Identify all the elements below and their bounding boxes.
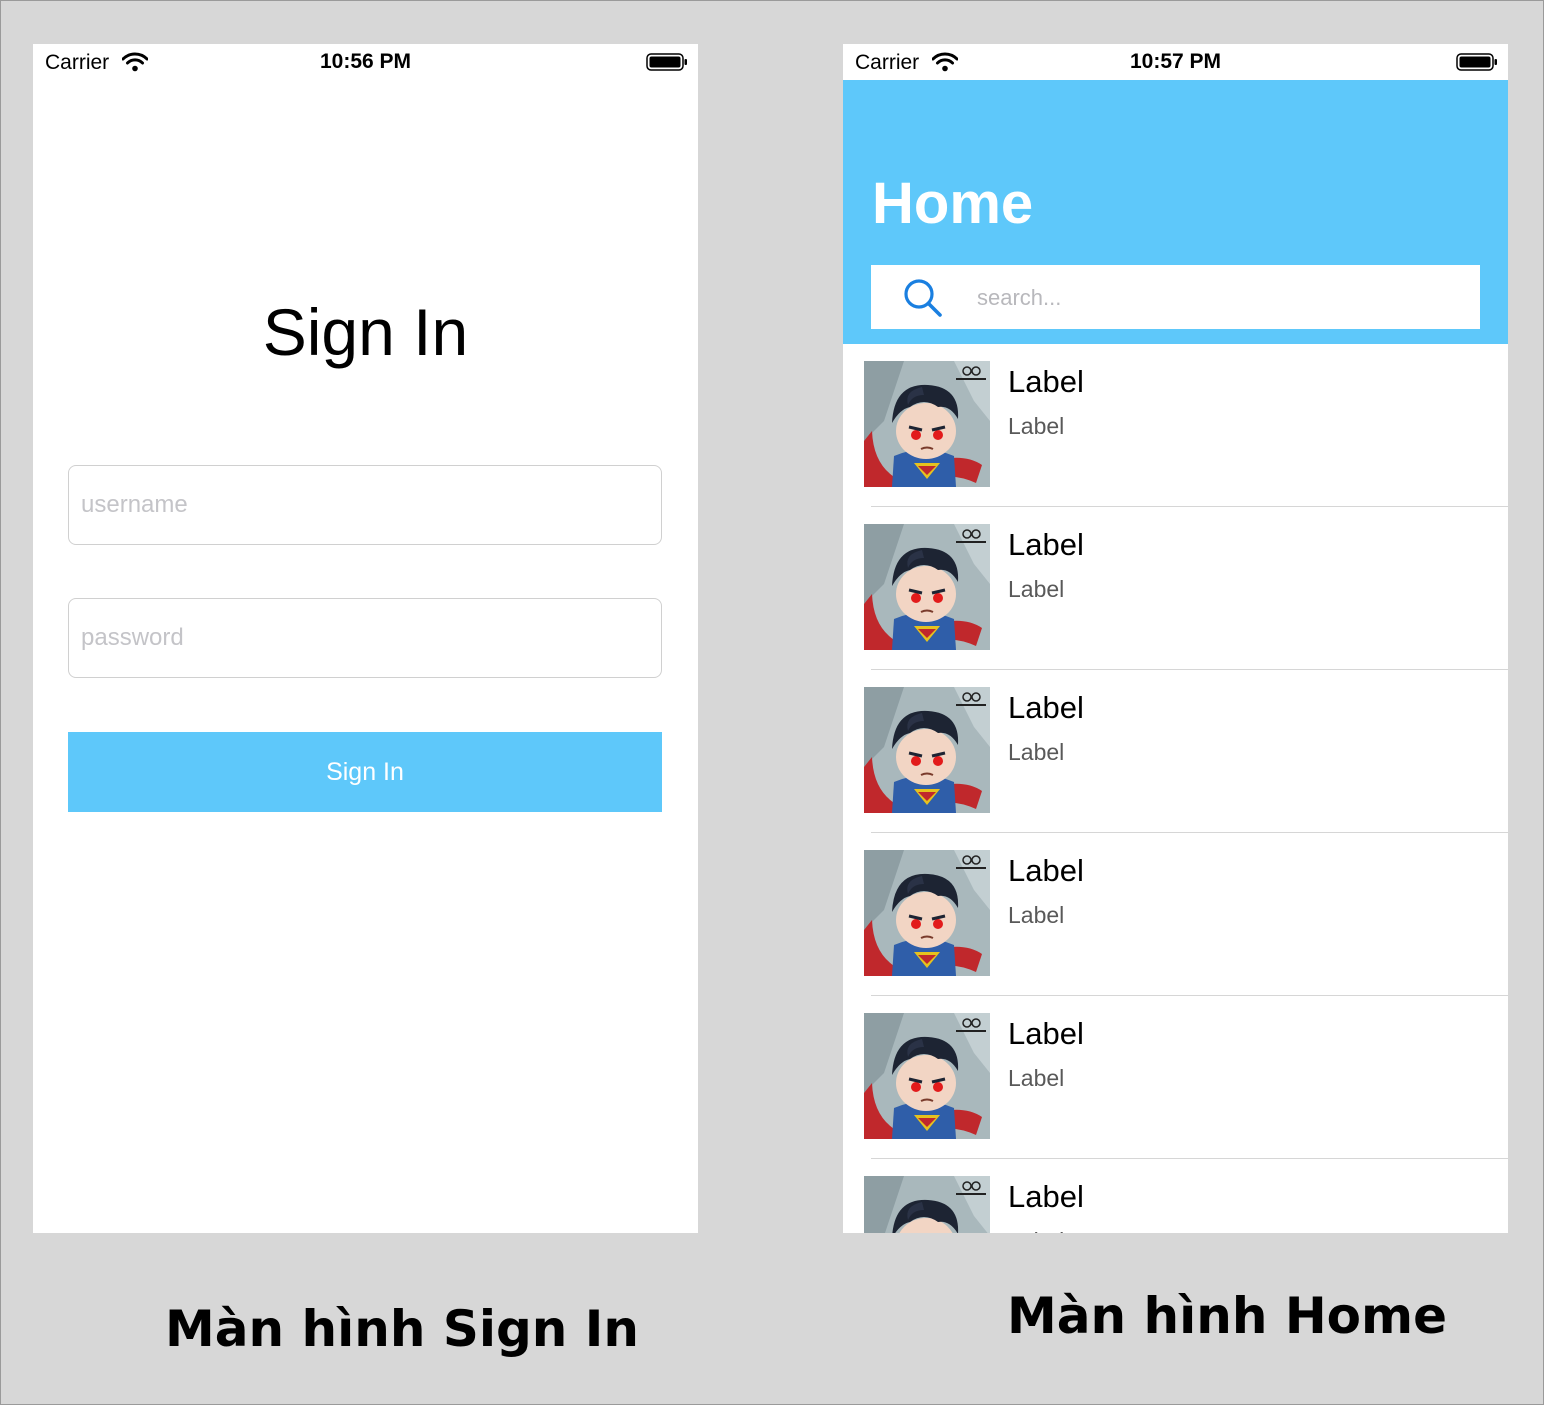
row-subtitle: Label	[1008, 902, 1065, 928]
page-title: Sign In	[262, 295, 469, 369]
superman-thumbnail	[864, 524, 990, 650]
signin-screen: Carrier 10:56 PM Sign In Sign In	[33, 44, 698, 1233]
search-icon	[904, 279, 942, 317]
row-title: Label	[1008, 853, 1084, 888]
list-item[interactable]: Label Label	[843, 344, 1508, 507]
list-item[interactable]: Label Label	[843, 833, 1508, 996]
list-item[interactable]: Label Label	[843, 996, 1508, 1159]
list-item[interactable]: Label Label	[843, 1159, 1508, 1233]
superman-thumbnail	[864, 1176, 990, 1233]
status-time: 10:56 PM	[319, 50, 412, 73]
item-list[interactable]: Label Label Label Label Label Label Labe…	[843, 344, 1508, 1233]
row-subtitle: Label	[1008, 413, 1065, 439]
home-header: Home	[843, 80, 1508, 344]
signin-caption: Màn hình Sign In	[165, 1300, 639, 1358]
row-subtitle: Label	[1008, 739, 1065, 765]
status-time: 10:57 PM	[1129, 50, 1222, 73]
status-bar: Carrier 10:57 PM	[843, 44, 1508, 80]
username-field[interactable]	[68, 465, 662, 545]
battery-icon	[646, 53, 687, 71]
row-title: Label	[1008, 364, 1084, 399]
list-item[interactable]: Label Label	[843, 670, 1508, 833]
home-screen: Carrier 10:57 PM Home search... Label La…	[843, 44, 1508, 1233]
row-title: Label	[1008, 1016, 1084, 1051]
list-item[interactable]: Label Label	[843, 507, 1508, 670]
row-title: Label	[1008, 690, 1084, 725]
signin-button[interactable]: Sign In	[68, 732, 662, 812]
superman-thumbnail	[864, 687, 990, 813]
page-title: Home	[872, 171, 1034, 236]
superman-thumbnail	[864, 850, 990, 976]
superman-thumbnail	[864, 1013, 990, 1139]
status-bar: Carrier 10:56 PM	[33, 44, 698, 80]
row-title: Label	[1008, 1179, 1084, 1214]
row-subtitle: Label	[1008, 1228, 1064, 1233]
row-subtitle: Label	[1008, 576, 1065, 602]
row-subtitle: Label	[1008, 1065, 1065, 1091]
battery-icon	[1456, 53, 1497, 71]
search-input[interactable]	[975, 265, 1459, 331]
password-field[interactable]	[68, 598, 662, 678]
home-caption: Màn hình Home	[1007, 1287, 1448, 1345]
search-bar[interactable]	[871, 265, 1480, 331]
row-title: Label	[1008, 527, 1084, 562]
superman-thumbnail	[864, 361, 990, 487]
